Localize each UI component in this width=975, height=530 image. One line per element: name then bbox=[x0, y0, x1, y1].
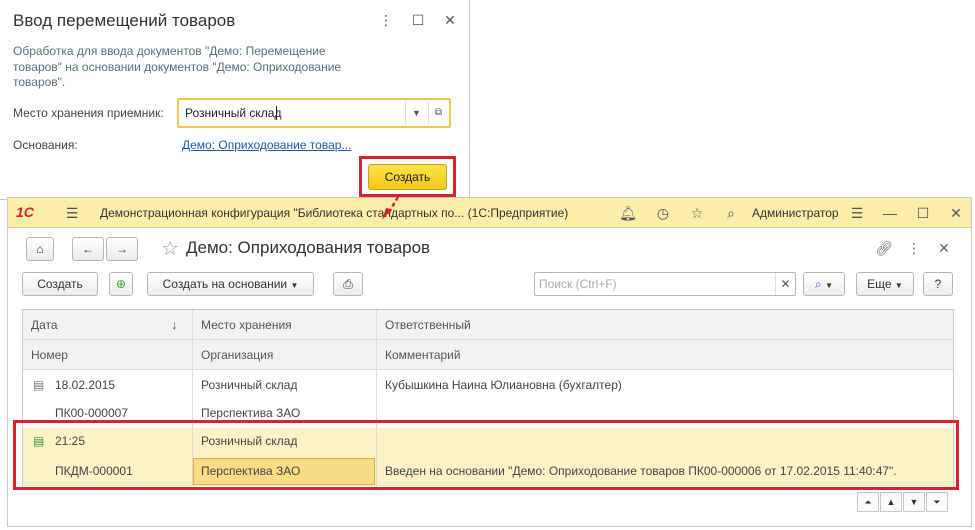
back-icon[interactable]: ← bbox=[72, 237, 104, 261]
row-number: ПКДМ-000001 bbox=[55, 464, 133, 478]
minimize-icon[interactable]: — bbox=[880, 203, 900, 223]
dialog-description: Обработка для ввода документов "Демо: Пе… bbox=[13, 44, 342, 89]
posted-document-icon: ▤ bbox=[33, 434, 45, 448]
first-page-icon[interactable]: ⏶ bbox=[857, 492, 879, 512]
form-title: Демо: Оприходования товаров bbox=[186, 238, 431, 257]
close-icon[interactable]: ✕ bbox=[440, 10, 460, 30]
table-header-row-1: Дата ↓ Место хранения Ответственный bbox=[23, 310, 953, 340]
row-number: ПК00-000007 bbox=[55, 406, 129, 420]
maximize-icon[interactable]: ☐ bbox=[913, 203, 933, 223]
row-storage: Розничный склад bbox=[201, 378, 298, 392]
maximize-icon[interactable]: ☐ bbox=[408, 10, 428, 30]
settings-icon[interactable]: ☰ bbox=[847, 203, 867, 223]
bell-icon[interactable]: 🔔︎ bbox=[618, 203, 638, 223]
storage-value: Розничный склад bbox=[185, 106, 282, 120]
input-transfers-dialog: Ввод перемещений товаров ⋮ ☐ ✕ Обработка… bbox=[0, 0, 470, 200]
row-organization: Перспектива ЗАО bbox=[201, 406, 301, 420]
text-cursor bbox=[276, 106, 277, 120]
app-topbar: 1С ☰ Демонстрационная конфигурация "Библ… bbox=[8, 198, 971, 228]
prev-page-icon[interactable]: ▲ bbox=[880, 492, 902, 512]
clear-icon[interactable]: ✕ bbox=[775, 273, 795, 295]
chevron-down-icon: ▼ bbox=[290, 281, 299, 290]
col-storage-header[interactable]: Место хранения bbox=[201, 310, 292, 340]
last-page-icon[interactable]: ⏷ bbox=[926, 492, 948, 512]
basis-label: Основания: bbox=[13, 138, 78, 152]
sort-desc-icon: ↓ bbox=[171, 317, 178, 332]
more-button[interactable]: Еще ▼ bbox=[856, 272, 914, 296]
open-icon[interactable]: ⧉ bbox=[428, 102, 448, 124]
search-placeholder: Поиск (Ctrl+F) bbox=[539, 277, 617, 291]
close-icon[interactable]: ✕ bbox=[934, 238, 954, 258]
col-organization-header[interactable]: Организация bbox=[201, 340, 273, 370]
storage-label: Место хранения приемник: bbox=[13, 106, 164, 120]
dialog-title: Ввод перемещений товаров bbox=[13, 11, 236, 30]
col-number-header[interactable]: Номер bbox=[31, 340, 68, 370]
more-label: Еще bbox=[867, 277, 892, 291]
storage-select[interactable]: Розничный склад ▼ ⧉ bbox=[177, 98, 451, 128]
help-button[interactable]: ? bbox=[923, 272, 953, 296]
document-icon: ▤ bbox=[33, 378, 45, 392]
documents-table: Дата ↓ Место хранения Ответственный Номе… bbox=[22, 309, 954, 489]
1c-logo: 1С bbox=[16, 204, 34, 220]
create-button[interactable]: Создать bbox=[368, 164, 447, 190]
history-icon[interactable]: ◷ bbox=[653, 203, 673, 223]
table-header-row-2: Номер Организация Комментарий bbox=[23, 340, 953, 370]
main-window: 1С ☰ Демонстрационная конфигурация "Библ… bbox=[7, 197, 972, 527]
chevron-down-icon[interactable]: ▼ bbox=[405, 102, 427, 124]
search-input[interactable]: Поиск (Ctrl+F) ✕ bbox=[534, 272, 796, 296]
column-divider bbox=[376, 310, 377, 486]
create-based-label: Создать на основании bbox=[162, 277, 288, 291]
menu-icon[interactable]: ☰ bbox=[62, 203, 82, 223]
forward-icon[interactable]: → bbox=[106, 237, 138, 261]
col-date-header[interactable]: Дата bbox=[31, 310, 58, 340]
search-icon[interactable]: ⌕ bbox=[721, 203, 741, 223]
star-icon[interactable]: ☆ bbox=[687, 203, 707, 223]
col-responsible-header[interactable]: Ответственный bbox=[385, 310, 471, 340]
chevron-down-icon: ▼ bbox=[894, 281, 903, 290]
close-icon[interactable]: ✕ bbox=[946, 203, 966, 223]
basis-link[interactable]: Демо: Оприходование товар... bbox=[182, 138, 351, 152]
column-divider bbox=[192, 310, 193, 486]
create-button[interactable]: Создать bbox=[22, 272, 98, 296]
favorite-star-icon[interactable]: ☆ bbox=[161, 236, 179, 261]
more-icon[interactable]: ⋮ bbox=[904, 238, 924, 258]
link-icon[interactable]: 🔗︎ bbox=[874, 238, 894, 258]
search-options-button[interactable]: ⌕ ▼ bbox=[803, 272, 845, 296]
row-comment: Введен на основании "Демо: Оприходование… bbox=[385, 464, 897, 478]
more-icon[interactable]: ⋮ bbox=[376, 10, 396, 30]
app-title: Демонстрационная конфигурация "Библиотек… bbox=[100, 206, 569, 220]
home-icon[interactable]: ⌂ bbox=[26, 237, 54, 261]
col-comment-header[interactable]: Комментарий bbox=[385, 340, 461, 370]
print-icon[interactable]: ⎙ bbox=[333, 272, 363, 296]
row-responsible: Кубышкина Наина Юлиановна (бухгалтер) bbox=[385, 378, 622, 392]
next-page-icon[interactable]: ▼ bbox=[903, 492, 925, 512]
row-date: 21:25 bbox=[55, 434, 86, 448]
user-name[interactable]: Администратор bbox=[752, 206, 839, 220]
row-date: 18.02.2015 bbox=[55, 378, 116, 392]
row-organization: Перспектива ЗАО bbox=[201, 464, 301, 478]
copy-add-icon[interactable]: ⊕ bbox=[109, 272, 133, 296]
create-based-button[interactable]: Создать на основании ▼ bbox=[147, 272, 314, 296]
row-storage: Розничный склад bbox=[201, 434, 298, 448]
